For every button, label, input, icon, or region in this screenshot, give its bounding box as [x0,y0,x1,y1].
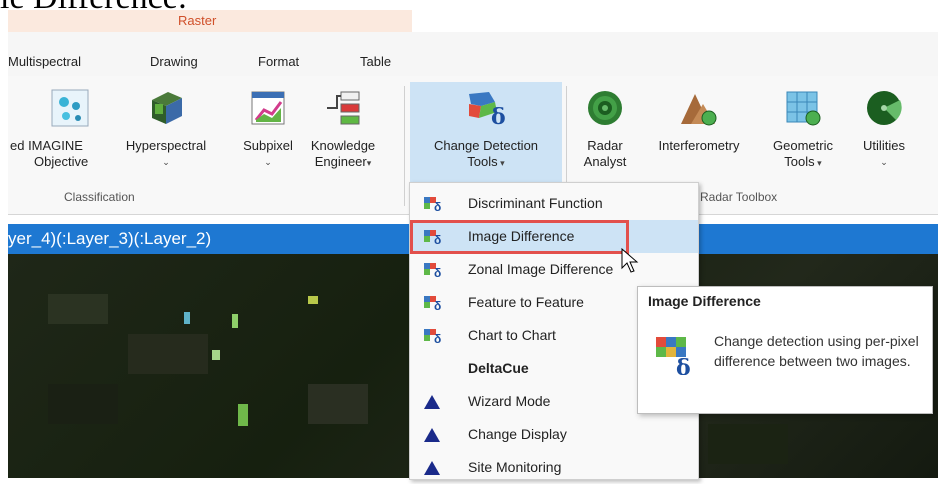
radar-analyst-icon [588,91,622,125]
subpixel-icon [251,91,285,125]
triangle-icon [424,428,440,442]
svg-text:δ: δ [434,299,441,310]
subpixel-button[interactable]: Subpixel ⌄ [230,88,306,170]
interferometry-mountain-icon [681,94,717,126]
change-detection-icon: δ [424,263,441,277]
subpixel-label: Subpixel [243,138,293,153]
field-patch [232,314,238,328]
geometric-tools-grid-icon [786,91,821,126]
menu-item-zonal-image-difference[interactable]: δ Zonal Image Difference [410,253,698,286]
change-detection-icon: δ [424,296,441,310]
radar-toolbox-group-label: Radar Toolbox [700,190,778,204]
utilities-radar-icon [867,91,902,125]
utilities-label: Utilities [863,138,905,153]
knowledge-engineer-label-1: Knowledge [310,138,376,153]
tab-multispectral[interactable]: Multispectral [8,54,81,69]
group-separator [404,86,405,206]
svg-text:δ: δ [434,332,441,343]
tab-drawing[interactable]: Drawing [150,54,198,69]
svg-text:δ: δ [434,266,441,277]
field-patch [308,384,368,424]
tab-format[interactable]: Format [258,54,299,69]
change-detection-icon: δ [424,197,441,211]
geometric-tools-label-2: Tools ▾ [784,154,822,169]
field-patch [184,312,190,324]
interferometry-label: Interferometry [658,138,740,153]
knowledge-engineer-icon [327,91,360,125]
change-detection-label-2: Tools ▾ [467,154,505,169]
svg-text:δ: δ [491,104,506,128]
field-patch [48,384,118,424]
tab-table[interactable]: Table [360,54,391,69]
classification-group-label: Classification [64,190,135,204]
hyperspectral-dropdown-icon: ⌄ [162,157,170,167]
ribbon-tab-bar [8,32,938,76]
utilities-dropdown-icon: ⌄ [880,157,888,167]
svg-text:δ: δ [676,355,691,375]
change-detection-icon: δ [469,92,506,128]
hyperspectral-label: Hyperspectral [125,138,207,153]
hyperspectral-button[interactable]: Hyperspectral ⌄ [116,88,216,170]
tooltip-title: Image Difference [648,293,761,309]
radar-analyst-label-2: Analyst [583,154,627,169]
menu-item-discriminant-function[interactable]: δ Discriminant Function [410,187,698,220]
imagine-objective-button[interactable]: ed IMAGINE Objective [10,88,118,170]
field-patch [128,334,208,374]
interferometry-button[interactable]: Interferometry [646,88,752,154]
geometric-tools-label-1: Geometric [773,138,833,153]
image-difference-highlight-box [410,220,629,254]
svg-text:δ: δ [434,200,441,211]
change-detection-label-1: Change Detection [433,138,539,153]
subpixel-dropdown-icon: ⌄ [264,157,272,167]
utilities-button[interactable]: Utilities ⌄ [846,88,922,170]
field-patch [308,296,318,304]
menu-item-change-display[interactable]: Change Display [410,418,698,451]
tooltip-description: Change detection using per-pixel differe… [714,333,919,369]
field-patch [212,350,220,360]
view-title: yer_4)(:Layer_3)(:Layer_2) [8,229,212,248]
field-patch [48,294,108,324]
change-detection-icon: δ [424,329,441,343]
hyperspectral-cube-icon [152,92,182,124]
triangle-icon [424,395,440,409]
radar-analyst-button[interactable]: Radar Analyst [572,88,638,170]
imagine-objective-label-2: Objective [34,154,89,169]
geometric-tools-button[interactable]: Geometric Tools ▾ [758,88,848,171]
field-patch [708,424,788,464]
raster-context-tab-header: Raster [8,10,412,32]
menu-item-site-monitoring[interactable]: Site Monitoring [410,451,698,484]
change-detection-tools-button[interactable]: δ Change Detection Tools ▾ [410,88,562,171]
imagine-objective-icon [51,89,89,127]
radar-analyst-label-1: Radar [587,138,623,153]
knowledge-engineer-button[interactable]: Knowledge Engineer▾ [300,88,386,171]
triangle-icon [424,461,440,475]
change-detection-icon: δ [656,337,691,375]
mouse-cursor-icon [621,248,639,273]
raster-context-label: Raster [178,13,217,28]
field-patch [238,404,248,426]
image-difference-tooltip: Image Difference δ Change detection usin… [637,286,933,414]
imagine-objective-label-1: ed IMAGINE [10,138,83,153]
knowledge-engineer-label-2: Engineer▾ [314,154,372,169]
